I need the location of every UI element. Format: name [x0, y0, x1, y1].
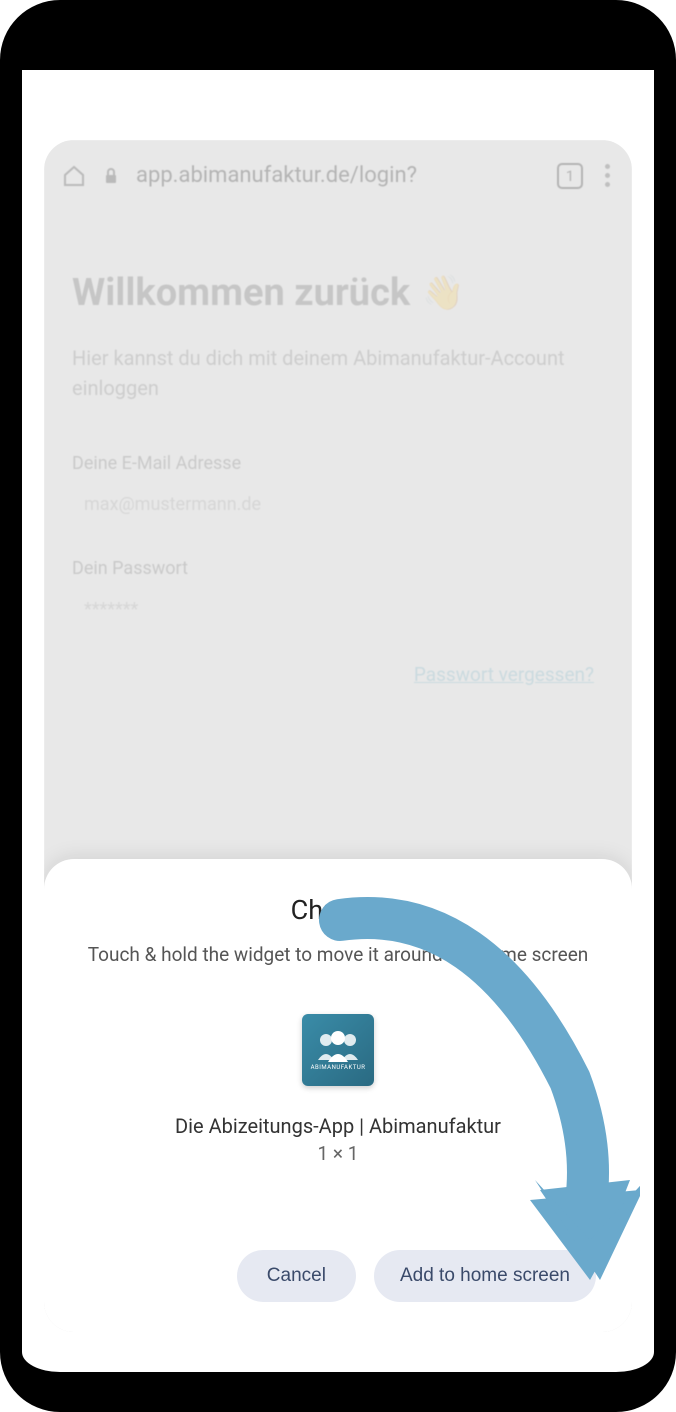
- app-icon-label: ABIMANUFAKTUR: [311, 1064, 366, 1071]
- app-icon[interactable]: ABIMANUFAKTUR: [302, 1014, 374, 1086]
- email-field[interactable]: max@mustermann.de: [72, 486, 604, 523]
- add-to-home-button[interactable]: Add to home screen: [374, 1250, 596, 1302]
- tab-count: 1: [566, 167, 574, 185]
- password-field[interactable]: *******: [72, 591, 604, 628]
- cancel-button[interactable]: Cancel: [237, 1250, 356, 1302]
- add-to-home-dialog: Chrome Touch & hold the widget to move i…: [44, 859, 632, 1332]
- password-label: Dein Passwort: [72, 558, 604, 579]
- email-label: Deine E-Mail Adresse: [72, 453, 604, 474]
- dialog-title: Chrome: [74, 894, 602, 926]
- lock-icon: [104, 168, 118, 184]
- tabs-icon[interactable]: 1: [557, 163, 583, 189]
- phone-screen: app.abimanufaktur.de/login? 1 Willkommen…: [44, 140, 632, 1332]
- forgot-password-link[interactable]: Passwort vergessen?: [72, 663, 604, 686]
- login-page: Willkommen zurück 👋 Hier kannst du dich …: [44, 211, 632, 686]
- people-icon: [313, 1030, 363, 1062]
- home-icon[interactable]: [62, 164, 86, 188]
- browser-toolbar: app.abimanufaktur.de/login? 1: [44, 140, 632, 211]
- page-heading: Willkommen zurück 👋: [72, 271, 604, 315]
- more-menu-icon[interactable]: [601, 160, 614, 191]
- app-size: 1 × 1: [74, 1142, 602, 1165]
- url-bar[interactable]: app.abimanufaktur.de/login?: [136, 163, 539, 188]
- phone-frame: app.abimanufaktur.de/login? 1 Willkommen…: [0, 0, 676, 1412]
- page-subheading: Hier kannst du dich mit deinem Abimanufa…: [72, 343, 604, 403]
- heading-text: Willkommen zurück: [72, 271, 410, 315]
- app-name: Die Abizeitungs-App | Abimanufaktur: [74, 1114, 602, 1138]
- wave-emoji: 👋: [422, 273, 464, 313]
- dialog-subtitle: Touch & hold the widget to move it aroun…: [74, 942, 602, 969]
